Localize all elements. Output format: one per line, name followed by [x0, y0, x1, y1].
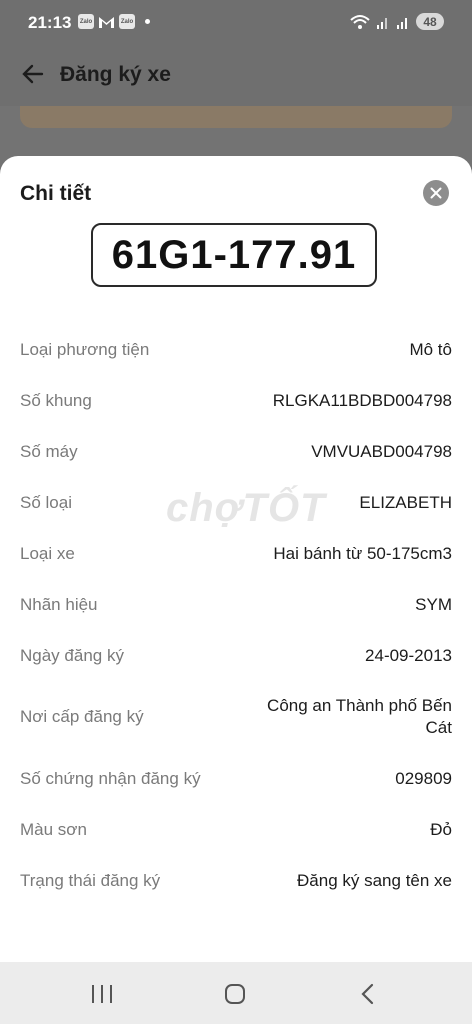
- wifi-icon: [350, 14, 370, 29]
- detail-label: Màu sơn: [20, 819, 87, 839]
- detail-row-color: Màu sơn Đỏ: [0, 804, 472, 855]
- battery-indicator: 48: [416, 13, 444, 30]
- system-nav-bar: [0, 962, 472, 1024]
- detail-sheet: Chi tiết 61G1-177.91 chợTỐT Loại phương …: [0, 156, 472, 962]
- detail-label: Ngày đăng ký: [20, 645, 124, 665]
- detail-row-chassis-number: Số khung RLGKA11BDBD004798: [0, 375, 472, 426]
- detail-value: ELIZABETH: [359, 492, 452, 512]
- detail-value: Mô tô: [409, 339, 452, 359]
- chevron-left-icon[interactable]: [357, 982, 381, 1006]
- detail-list: Loại phương tiện Mô tô Số khung RLGKA11B…: [0, 324, 472, 906]
- gmail-icon: [99, 16, 114, 28]
- detail-value: Đỏ: [430, 819, 452, 839]
- detail-label: Số chứng nhận đăng ký: [20, 768, 201, 788]
- detail-value: Hai bánh từ 50-175cm3: [273, 543, 452, 563]
- detail-label: Số loại: [20, 492, 72, 512]
- license-plate: 61G1-177.91: [91, 223, 377, 287]
- app-header: Đăng ký xe: [0, 44, 472, 106]
- detail-row-issuing-authority: Nơi cấp đăng ký Công an Thành phố Bến Cá…: [0, 681, 472, 753]
- detail-value: Đăng ký sang tên xe: [297, 870, 452, 890]
- detail-row-vehicle-type: Loại phương tiện Mô tô: [0, 324, 472, 375]
- detail-value: 029809: [395, 768, 452, 788]
- more-notifications-dot-icon: [145, 19, 150, 24]
- detail-value: RLGKA11BDBD004798: [272, 390, 452, 410]
- background-card: [20, 106, 452, 128]
- detail-row-registration-status: Trạng thái đăng ký Đăng ký sang tên xe: [0, 855, 472, 906]
- zalo-icon: Zalo: [119, 14, 135, 29]
- detail-value: 24-09-2013: [365, 645, 452, 665]
- page-title: Đăng ký xe: [60, 63, 171, 86]
- close-button[interactable]: [423, 180, 449, 206]
- status-time: 21:13: [28, 13, 72, 32]
- detail-label: Loại phương tiện: [20, 339, 150, 359]
- status-bar: 21:13 Zalo Zalo 48: [0, 0, 472, 44]
- home-icon[interactable]: [223, 982, 247, 1006]
- detail-row-model: Số loại ELIZABETH: [0, 477, 472, 528]
- detail-row-vehicle-class: Loại xe Hai bánh từ 50-175cm3: [0, 528, 472, 579]
- detail-label: Trạng thái đăng ký: [20, 870, 161, 890]
- signal-icon: [377, 17, 387, 29]
- detail-label: Số khung: [20, 390, 92, 410]
- recent-apps-icon[interactable]: [90, 982, 114, 1006]
- sheet-title: Chi tiết: [20, 182, 92, 205]
- system-icons: 48: [350, 13, 444, 30]
- detail-label: Nơi cấp đăng ký: [20, 707, 144, 726]
- detail-value: Công an Thành phố Bến Cát: [267, 696, 452, 737]
- detail-row-registration-date: Ngày đăng ký 24-09-2013: [0, 630, 472, 681]
- detail-row-brand: Nhãn hiệu SYM: [0, 579, 472, 630]
- detail-row-engine-number: Số máy VMVUABD004798: [0, 426, 472, 477]
- close-icon: [430, 187, 442, 199]
- notification-icons: Zalo Zalo: [78, 14, 150, 29]
- detail-value: VMVUABD004798: [311, 441, 452, 461]
- zalo-icon: Zalo: [78, 14, 94, 29]
- detail-label: Nhãn hiệu: [20, 594, 98, 614]
- detail-value: SYM: [415, 594, 452, 614]
- arrow-left-icon[interactable]: [20, 61, 46, 87]
- detail-label: Loại xe: [20, 543, 75, 563]
- detail-row-certificate-number: Số chứng nhận đăng ký 029809: [0, 753, 472, 804]
- signal-icon: [397, 17, 407, 29]
- detail-label: Số máy: [20, 441, 78, 461]
